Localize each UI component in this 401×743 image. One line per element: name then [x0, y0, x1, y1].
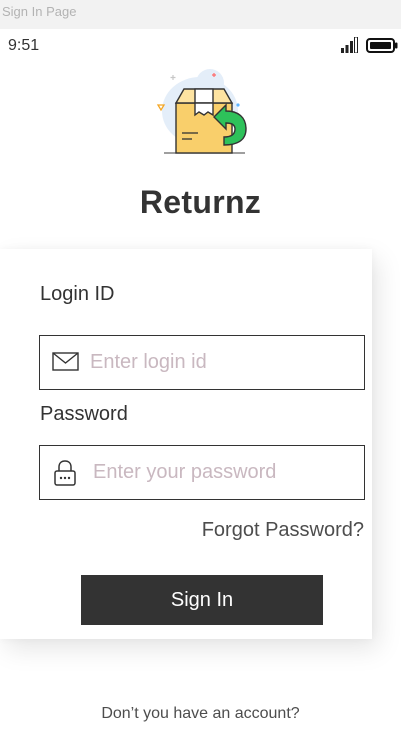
login-id-input[interactable] [90, 336, 350, 389]
login-id-label: Login ID [40, 283, 115, 305]
battery-full-icon [366, 38, 398, 53]
forgot-password-link[interactable]: Forgot Password? [202, 519, 364, 542]
account-prompt: Don’t you have an account? [101, 705, 300, 722]
cellular-signal-icon [341, 37, 358, 53]
frame-title: Sign In Page [2, 4, 77, 19]
password-label: Password [40, 403, 128, 425]
sign-in-button[interactable]: Sign In [81, 575, 323, 625]
return-package-icon [156, 69, 247, 154]
password-input[interactable] [93, 446, 353, 499]
phone-screen: 9:51 Returnz Login ID Enter login id Pas… [0, 29, 401, 743]
status-bar: 9:51 [0, 29, 401, 63]
login-id-field[interactable] [39, 335, 365, 390]
lock-icon [54, 460, 76, 486]
status-time: 9:51 [8, 37, 40, 54]
password-field[interactable] [39, 445, 365, 500]
login-card: Login ID Password Forgot Password? Sign … [0, 249, 372, 639]
envelope-icon [52, 352, 79, 371]
app-title: Returnz [139, 184, 262, 220]
